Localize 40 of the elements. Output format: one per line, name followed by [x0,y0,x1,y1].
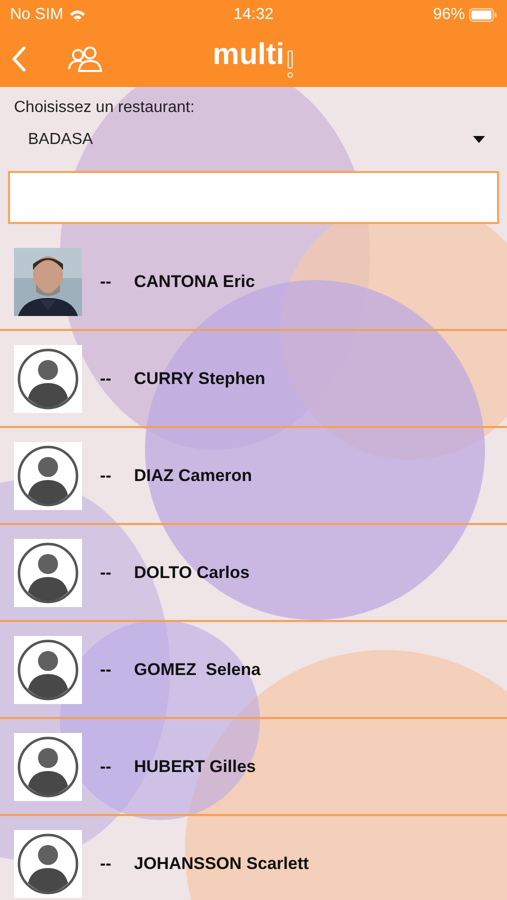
people-icon[interactable] [68,46,102,72]
battery-icon [469,8,498,22]
clock-time: 14:32 [233,6,274,24]
person-row[interactable]: -- CURRY Stephen [0,331,507,428]
person-row[interactable]: -- JOHANSSON Scarlett [0,816,507,900]
person-row[interactable]: -- DIAZ Cameron [0,428,507,525]
back-icon[interactable] [12,46,26,72]
separator-dashes: -- [100,272,112,292]
person-name: JOHANSSON Scarlett [134,854,309,874]
app-logo: multi [212,38,284,72]
exclamation-icon [286,50,294,80]
restaurant-dropdown[interactable]: BADASA [28,131,93,149]
person-name: CURRY Stephen [134,368,266,388]
person-name: DOLTO Carlos [134,562,250,582]
separator-dashes: -- [100,756,112,776]
separator-dashes: -- [100,368,112,388]
person-name: HUBERT Gilles [134,756,256,776]
avatar-icon [14,636,82,704]
avatar-icon [14,442,82,510]
separator-dashes: -- [100,854,112,874]
dropdown-caret-icon[interactable] [473,136,485,144]
battery-percentage: 96% [432,6,466,24]
avatar-icon [14,830,82,898]
person-row[interactable]: -- HUBERT Gilles [0,719,507,816]
restaurant-label: Choisissez un restaurant: [14,99,196,117]
avatar-icon [14,732,82,800]
separator-dashes: -- [100,660,112,680]
carrier-label: No SIM [10,6,64,24]
avatar-icon [14,344,82,412]
wifi-icon [69,8,86,22]
search-field[interactable] [8,171,499,224]
person-row[interactable]: -- GOMEZ Selena [0,622,507,719]
separator-dashes: -- [100,562,112,582]
person-name: GOMEZ Selena [134,660,261,680]
person-row[interactable]: -- CANTONA Eric [0,234,507,331]
person-name: CANTONA Eric [134,272,255,292]
avatar-icon [14,538,82,606]
separator-dashes: -- [100,466,112,486]
person-name: DIAZ Cameron [134,466,252,486]
person-row[interactable]: -- DOLTO Carlos [0,525,507,622]
